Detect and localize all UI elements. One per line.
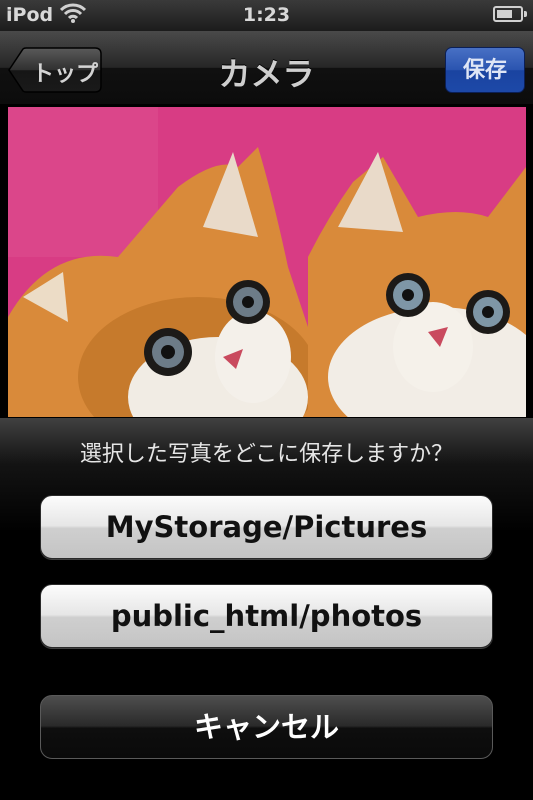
navigation-bar: トップ カメラ 保存 [0,31,533,105]
save-location-action-sheet: 選択した写真をどこに保存しますか？ MyStorage/Pictures pub… [0,418,533,800]
kittens-photo-illustration [8,107,526,417]
status-time: 1:23 [242,4,291,26]
save-button[interactable]: 保存 [445,47,525,93]
battery-icon [493,6,527,22]
option-public-html-photos-button[interactable]: public_html/photos [40,584,493,648]
selected-photo [8,107,526,417]
action-sheet-prompt: 選択した写真をどこに保存しますか？ [79,442,454,467]
cancel-button[interactable]: キャンセル [40,695,493,759]
option-mystorage-pictures-button[interactable]: MyStorage/Pictures [40,495,493,559]
status-bar: iPod 1:23 [0,0,533,31]
